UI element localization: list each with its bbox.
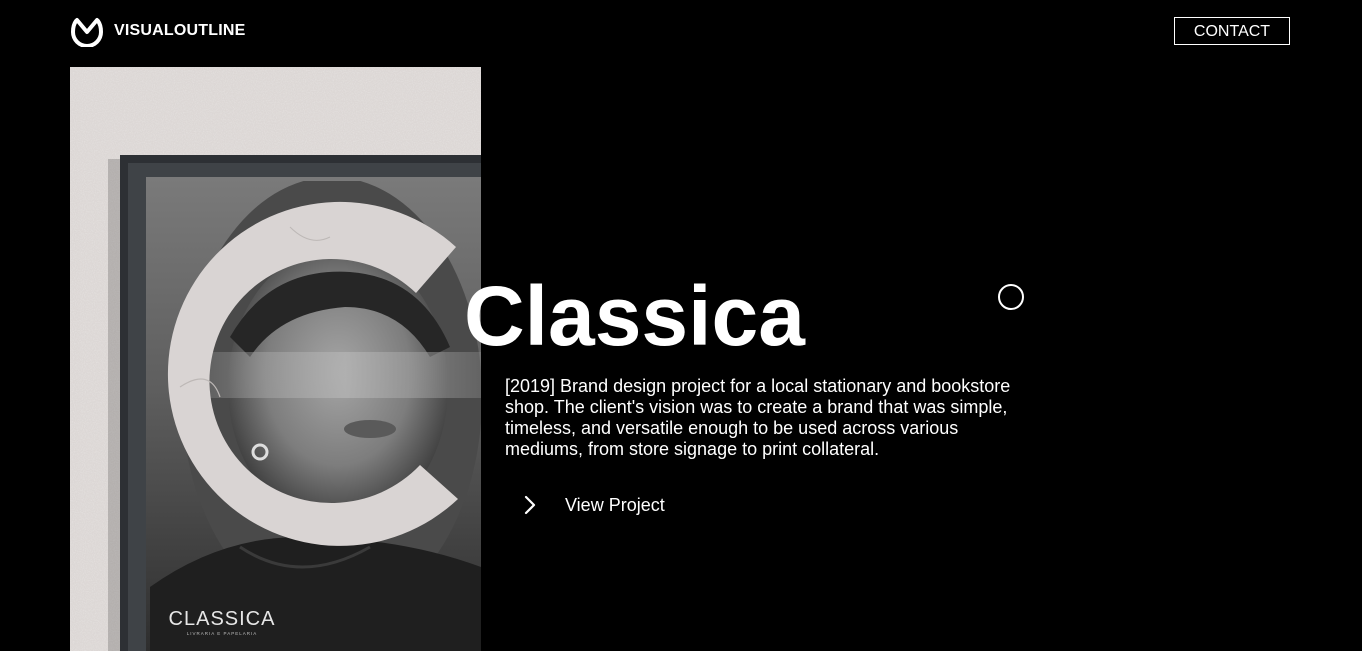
project-image: CLASSICA LIVRARIA E PAPELARIA (70, 67, 481, 651)
poster-subtext: LIVRARIA E PAPELARIA (187, 631, 257, 636)
project-description: [2019] Brand design project for a local … (505, 376, 1011, 459)
page: VISUALOUTLINE CONTACT CLASSICA LIVRARIA … (0, 0, 1362, 651)
view-project-label: View Project (565, 494, 665, 515)
chevron-right-icon (512, 490, 548, 520)
logo-text: VISUALOUTLINE (114, 22, 246, 39)
poster-brand-text: CLASSICA (169, 608, 276, 630)
contact-button[interactable]: CONTACT (1174, 17, 1290, 45)
logo-link[interactable]: VISUALOUTLINE (70, 15, 246, 47)
project-title: Classica (464, 269, 805, 363)
view-project-link[interactable]: View Project (512, 490, 665, 520)
logo-icon (70, 15, 104, 47)
cursor-circle (998, 284, 1024, 310)
